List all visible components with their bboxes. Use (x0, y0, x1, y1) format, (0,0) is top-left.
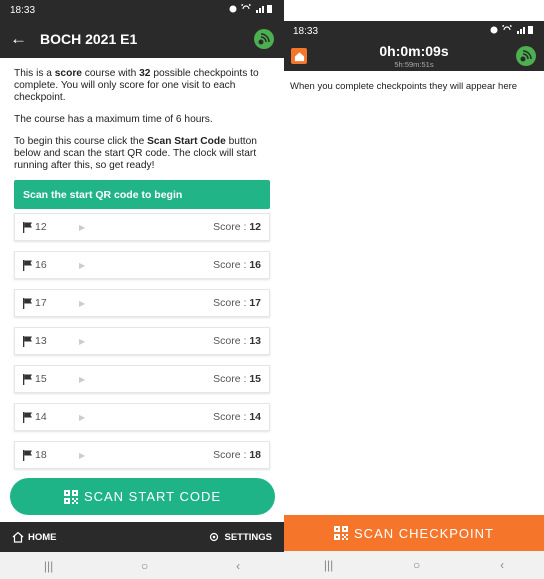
play-icon: ▶ (79, 260, 86, 270)
flag-icon (23, 373, 32, 385)
play-icon: ▶ (79, 298, 86, 308)
back-arrow-icon[interactable]: ← (10, 29, 36, 49)
checkpoint-list: 12 ▶ Score : 12 16 ▶ Score : 16 17 ▶ Score : 17 1… (14, 213, 270, 469)
recents-icon[interactable]: ||| (44, 559, 53, 573)
home-tab[interactable]: HOME (12, 531, 57, 543)
app-bar: ← BOCH 2021 E1 (0, 20, 284, 58)
home-circle-icon[interactable]: ○ (141, 559, 148, 573)
app-logo-icon (516, 46, 536, 66)
signal-icons (490, 21, 533, 34)
scan-start-code-button[interactable]: SCAN START CODE (10, 478, 275, 515)
recents-icon[interactable]: ||| (324, 558, 333, 572)
flag-icon (23, 449, 32, 461)
checkpoint-row[interactable]: 13 ▶ Score : 13 (14, 327, 270, 355)
home-icon (12, 531, 24, 543)
checkpoint-score: Score : 13 (213, 335, 261, 347)
score-label: Score : (213, 221, 250, 233)
scan-prompt-banner: Scan the start QR code to begin (14, 180, 270, 209)
checkpoint-score: Score : 14 (213, 411, 261, 423)
scan-start-label: SCAN START CODE (83, 489, 222, 504)
checkpoint-score: Score : 18 (213, 449, 261, 461)
checkpoint-number: 13 (35, 335, 47, 347)
checkpoint-number: 15 (35, 373, 47, 385)
system-nav-bar-right: ||| ○ ‹ (284, 551, 544, 579)
score-value: 16 (249, 259, 261, 271)
gear-icon (210, 532, 219, 542)
checkpoint-score: Score : 16 (213, 259, 261, 271)
flag-icon (23, 335, 32, 347)
checkpoint-row[interactable]: 14 ▶ Score : 14 (14, 403, 270, 431)
flag-icon (23, 297, 32, 309)
qr-code-icon (63, 489, 78, 504)
checkpoint-number: 14 (35, 411, 47, 423)
score-label: Score : (213, 449, 250, 461)
home-circle-icon[interactable]: ○ (413, 558, 420, 572)
checkpoint-number: 12 (35, 221, 47, 233)
bottom-nav: HOME SETTINGS (0, 522, 284, 552)
play-icon: ▶ (79, 222, 86, 232)
back-chevron-icon[interactable]: ‹ (236, 559, 240, 573)
app-logo-icon (254, 29, 274, 49)
scan-checkpoint-button[interactable]: SCAN CHECKPOINT (284, 515, 544, 551)
play-icon: ▶ (79, 374, 86, 384)
remaining-time: 5h:59m:51s (394, 60, 434, 69)
status-bar-right: 18:33 (284, 21, 544, 41)
checkpoint-row[interactable]: 16 ▶ Score : 16 (14, 251, 270, 279)
checkpoint-score: Score : 15 (213, 373, 261, 385)
score-value: 15 (249, 373, 261, 385)
play-icon: ▶ (79, 336, 86, 346)
qr-code-icon (334, 526, 349, 540)
settings-tab[interactable]: SETTINGS (208, 531, 272, 543)
score-value: 17 (249, 297, 261, 309)
flag-icon (23, 259, 32, 271)
checkpoint-score: Score : 17 (213, 297, 261, 309)
score-value: 14 (249, 411, 261, 423)
score-label: Score : (213, 297, 250, 309)
play-icon: ▶ (79, 450, 86, 460)
score-label: Score : (213, 373, 250, 385)
intro-paragraph-3: To begin this course click the Scan Star… (14, 136, 257, 171)
flag-icon (23, 221, 32, 233)
empty-checkpoints-message: When you complete checkpoints they will … (290, 81, 518, 92)
checkpoint-row[interactable]: 15 ▶ Score : 15 (14, 365, 270, 393)
checkpoint-number: 16 (35, 259, 47, 271)
checkpoint-score: Score : 12 (213, 221, 261, 233)
system-nav-bar: ||| ○ ‹ (0, 552, 284, 579)
score-value: 18 (249, 449, 261, 461)
score-label: Score : (213, 411, 250, 423)
signal-icons (229, 0, 272, 13)
score-value: 13 (249, 335, 261, 347)
start-screen: 18:33 ← BOCH 2021 E1 This is a score cou… (0, 0, 284, 579)
play-icon: ▶ (79, 412, 86, 422)
back-chevron-icon[interactable]: ‹ (500, 558, 504, 572)
status-time-right: 18:33 (293, 25, 319, 37)
intro-paragraph-2: The course has a maximum time of 6 hours… (14, 114, 213, 125)
course-info: This is a score course with 32 possible … (0, 68, 284, 469)
intro-paragraph-1: This is a score course with 32 possible … (14, 68, 259, 103)
checkpoint-row[interactable]: 18 ▶ Score : 18 (14, 441, 270, 469)
status-icons (228, 0, 274, 17)
status-time: 18:33 (10, 4, 36, 16)
course-running-screen: 18:33 0h:0m:09s 5h:59m:51s When you comp… (284, 21, 544, 579)
settings-label: SETTINGS (224, 531, 272, 543)
status-icons-right (489, 21, 535, 38)
scan-checkpoint-label: SCAN CHECKPOINT (354, 525, 494, 541)
app-bar-right: 0h:0m:09s 5h:59m:51s (284, 41, 544, 71)
checkpoint-row[interactable]: 12 ▶ Score : 12 (14, 213, 270, 241)
status-bar: 18:33 (0, 0, 284, 20)
home-label: HOME (28, 531, 57, 543)
score-value: 12 (249, 221, 261, 233)
checkpoint-number: 17 (35, 297, 47, 309)
timer-display: 0h:0m:09s 5h:59m:51s (284, 43, 544, 69)
flag-icon (23, 411, 32, 423)
checkpoint-number: 18 (35, 449, 47, 461)
course-title: BOCH 2021 E1 (40, 31, 138, 47)
elapsed-time: 0h:0m:09s (379, 43, 449, 59)
score-label: Score : (213, 259, 250, 271)
score-label: Score : (213, 335, 250, 347)
checkpoint-row[interactable]: 17 ▶ Score : 17 (14, 289, 270, 317)
